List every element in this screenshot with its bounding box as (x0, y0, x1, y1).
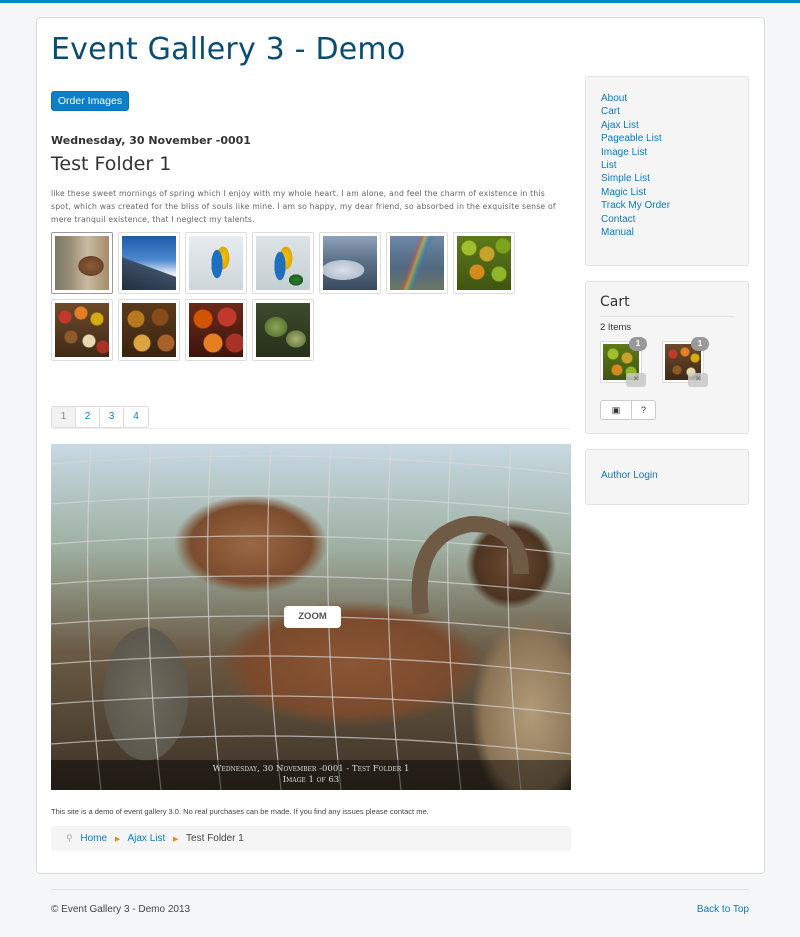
thumbnail-parrot-2[interactable] (252, 232, 314, 294)
menu-item-about[interactable]: About (601, 92, 748, 105)
page-4-link[interactable]: 4 (124, 407, 148, 427)
folder-description: like these sweet mornings of spring whic… (51, 189, 556, 224)
menu-item-cart[interactable]: Cart (601, 105, 748, 118)
cart-actions: ▣ ? (600, 400, 656, 420)
breadcrumb-list-link[interactable]: Ajax List (127, 833, 165, 844)
page-2-link[interactable]: 2 (76, 407, 100, 427)
site-title: Event Gallery 3 - Demo (51, 32, 406, 67)
thumbnail-parrot-1[interactable] (185, 232, 247, 294)
menu-item-list[interactable]: List (601, 159, 748, 172)
menu-item-ajax-list[interactable]: Ajax List (601, 119, 748, 132)
cart-item-quantity-badge: 1 (691, 337, 709, 351)
page-1-link[interactable]: 1 (52, 407, 76, 427)
thumbnail-rainbow[interactable] (386, 232, 448, 294)
remove-item-icon[interactable]: ✕ (626, 373, 646, 387)
sidebar-menu: About Cart Ajax List Pageable List Image… (585, 76, 749, 266)
copyright-text: © Event Gallery 3 - Demo 2013 (51, 904, 191, 915)
menu-item-track-my-order[interactable]: Track My Order (601, 199, 748, 212)
cart-item-quantity-badge: 1 (629, 337, 647, 351)
thumbnail-artichokes[interactable] (252, 299, 314, 361)
menu-item-pageable-list[interactable]: Pageable List (601, 132, 748, 145)
breadcrumb: ⚲ Home ▶ Ajax List ▶ Test Folder 1 (51, 826, 571, 851)
thumbnail-green-oranges[interactable] (453, 232, 515, 294)
cart-item-thumbnail[interactable]: 1 ✕ (662, 337, 709, 387)
back-to-top-link[interactable]: Back to Top (697, 904, 749, 915)
caption-counter: Image 1 of 63 (282, 775, 340, 785)
basket-icon[interactable]: ▣ (600, 400, 632, 420)
cart-title: Cart (600, 294, 630, 310)
menu-item-simple-list[interactable]: Simple List (601, 172, 748, 185)
divider (600, 316, 734, 317)
pagination: 1 2 3 4 (51, 406, 149, 428)
top-accent-bar (0, 0, 800, 3)
remove-item-icon[interactable]: ✕ (688, 373, 708, 387)
thumbnail-spices-and-nuts[interactable] (118, 299, 180, 361)
cart-help-button[interactable]: ? (632, 400, 656, 420)
cart-widget: Cart 2 Items 1 ✕ 1 ✕ ▣ ? (585, 281, 749, 434)
zoom-button[interactable]: ZOOM (284, 606, 341, 628)
order-images-button[interactable]: Order Images (51, 91, 129, 111)
breadcrumb-separator-icon: ▶ (114, 836, 121, 843)
caption-title: Wednesday, 30 November -0001 - Test Fold… (212, 764, 410, 774)
breadcrumb-home-link[interactable]: Home (80, 833, 107, 844)
menu-item-magic-list[interactable]: Magic List (601, 186, 748, 199)
thumbnail-pomegranates[interactable] (185, 299, 247, 361)
cart-item-count: 2 Items (600, 322, 632, 333)
menu-item-image-list[interactable]: Image List (601, 146, 748, 159)
thumbnail-spice-market[interactable] (51, 299, 113, 361)
main-image-viewer[interactable]: ZOOM Wednesday, 30 November -0001 - Test… (51, 444, 571, 790)
thumbnail-airplane-wing[interactable] (118, 232, 180, 294)
author-login-link[interactable]: Author Login (601, 470, 658, 481)
breadcrumb-separator-icon: ▶ (173, 836, 179, 843)
event-date: Wednesday, 30 November -0001 (51, 134, 251, 147)
cart-item-thumbnail[interactable]: 1 ✕ (600, 337, 647, 387)
folder-title: Test Folder 1 (51, 153, 172, 175)
menu-item-contact[interactable]: Contact (601, 213, 748, 226)
breadcrumb-current: Test Folder 1 (186, 833, 244, 844)
demo-notice: This site is a demo of event gallery 3.0… (51, 807, 429, 816)
image-caption: Wednesday, 30 November -0001 - Test Fold… (51, 760, 571, 790)
menu-item-manual[interactable]: Manual (601, 226, 748, 239)
login-widget: Author Login (585, 449, 749, 505)
location-pin-icon: ⚲ (66, 833, 73, 843)
thumbnail-goat[interactable] (51, 232, 113, 294)
divider (51, 428, 570, 429)
page-3-link[interactable]: 3 (100, 407, 124, 427)
footer-divider (51, 889, 749, 890)
thumbnail-cloudy-mountains[interactable] (319, 232, 381, 294)
